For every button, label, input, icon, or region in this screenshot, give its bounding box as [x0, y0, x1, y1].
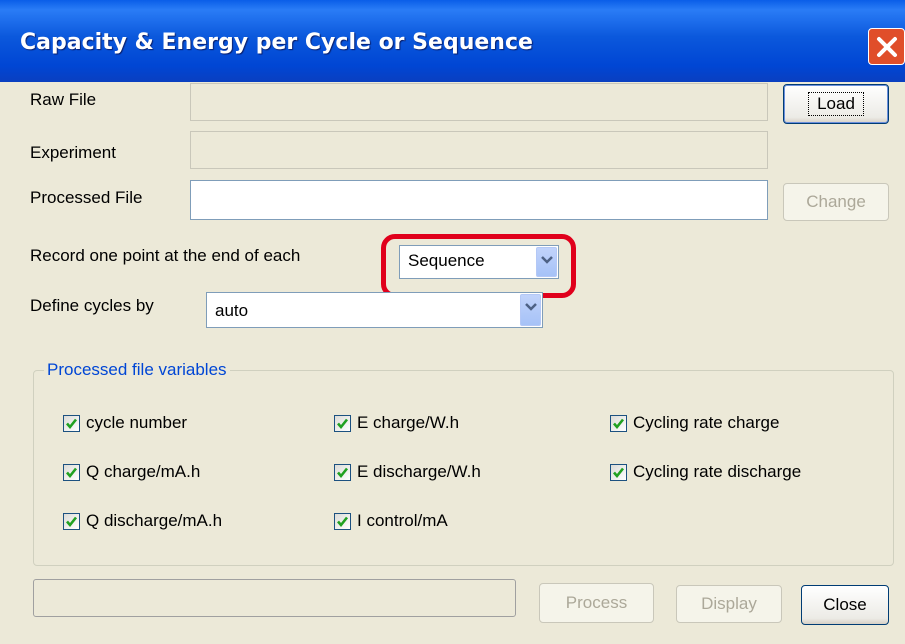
checkbox-box[interactable]	[63, 463, 80, 481]
raw-file-label: Raw File	[30, 90, 97, 109]
title-bar[interactable]: Capacity & Energy per Cycle or Sequence	[0, 0, 905, 82]
close-button[interactable]: Close	[801, 585, 889, 625]
checkbox-label: Cycling rate charge	[633, 413, 780, 432]
checkmark-icon	[66, 418, 78, 429]
checkbox-label: cycle number	[86, 413, 188, 432]
checkbox-box[interactable]	[610, 463, 627, 481]
checkmark-icon	[66, 516, 78, 527]
checkbox-cycling-rate-charge[interactable]: Cycling rate charge	[610, 413, 779, 433]
checkbox-e-discharge[interactable]: E discharge/W.h	[334, 462, 481, 482]
checkbox-box[interactable]	[334, 414, 351, 432]
checkbox-label: Q discharge/mA.h	[86, 511, 223, 530]
checkbox-box[interactable]	[63, 414, 80, 432]
window-title: Capacity & Energy per Cycle or Sequence	[20, 30, 533, 55]
checkbox-cycle-number[interactable]: cycle number	[63, 413, 187, 433]
process-button[interactable]: Process	[539, 583, 654, 623]
checkbox-cycling-rate-discharge[interactable]: Cycling rate discharge	[610, 462, 801, 482]
checkbox-label: I control/mA	[357, 511, 448, 530]
highlight-annotation	[381, 234, 576, 298]
checkmark-icon	[337, 516, 349, 527]
define-cycles-dropdown-button[interactable]	[520, 294, 541, 326]
progress-bar	[33, 579, 516, 617]
checkbox-box[interactable]	[334, 512, 351, 530]
checkbox-i-control[interactable]: I control/mA	[334, 511, 448, 531]
checkbox-box[interactable]	[610, 414, 627, 432]
experiment-field	[190, 131, 768, 169]
checkbox-label: E charge/W.h	[357, 413, 460, 432]
record-label: Record one point at the end of each	[30, 246, 301, 265]
checkbox-label: E discharge/W.h	[357, 462, 481, 481]
window-close-button[interactable]	[868, 28, 905, 65]
processed-file-label: Processed File	[30, 188, 143, 207]
checkmark-icon	[66, 467, 78, 478]
checkbox-box[interactable]	[63, 512, 80, 530]
checkbox-box[interactable]	[334, 463, 351, 481]
checkmark-icon	[613, 467, 625, 478]
processed-variables-title: Processed file variables	[44, 360, 230, 380]
checkbox-q-discharge[interactable]: Q discharge/mA.h	[63, 511, 222, 531]
dialog-window: Capacity & Energy per Cycle or Sequence …	[0, 0, 905, 644]
checkmark-icon	[613, 418, 625, 429]
checkmark-icon	[337, 467, 349, 478]
experiment-label: Experiment	[30, 143, 116, 162]
checkmark-icon	[337, 418, 349, 429]
checkbox-q-charge[interactable]: Q charge/mA.h	[63, 462, 200, 482]
processed-file-input[interactable]	[190, 180, 768, 220]
checkbox-label: Cycling rate discharge	[633, 462, 802, 481]
load-button-label: Load	[808, 92, 864, 116]
close-icon	[877, 37, 897, 57]
chevron-down-icon	[525, 303, 537, 311]
checkbox-e-charge[interactable]: E charge/W.h	[334, 413, 459, 433]
change-button[interactable]: Change	[783, 183, 889, 221]
load-button[interactable]: Load	[783, 84, 889, 124]
raw-file-field	[190, 83, 768, 121]
define-cycles-select[interactable]: auto	[206, 292, 543, 328]
define-cycles-value: auto	[215, 301, 249, 320]
define-cycles-label: Define cycles by	[30, 296, 154, 315]
checkbox-label: Q charge/mA.h	[86, 462, 201, 481]
display-button[interactable]: Display	[676, 585, 782, 623]
